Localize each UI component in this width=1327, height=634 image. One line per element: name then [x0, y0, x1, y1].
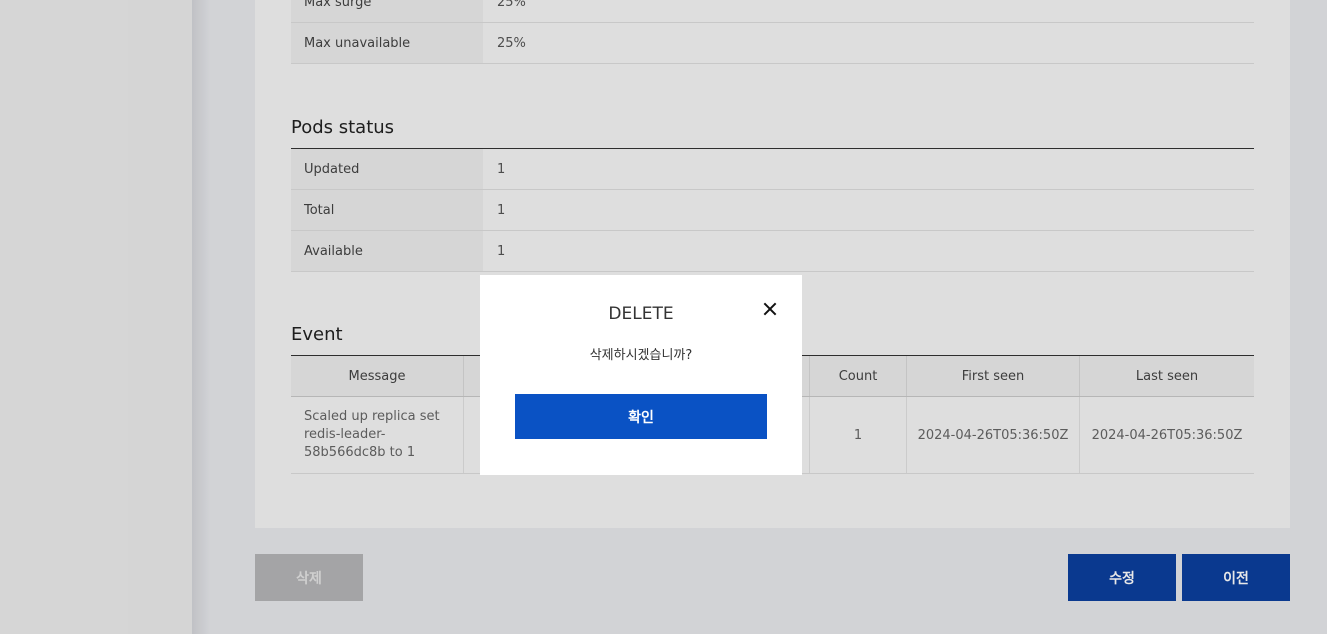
- dialog-message: 삭제하시겠습니까?: [589, 348, 693, 363]
- dialog-title: DELETE: [608, 304, 674, 324]
- delete-dialog: DELETE 삭제하시겠습니까? 확인: [480, 275, 802, 475]
- close-icon[interactable]: [760, 299, 780, 319]
- confirm-button[interactable]: 확인: [515, 394, 767, 439]
